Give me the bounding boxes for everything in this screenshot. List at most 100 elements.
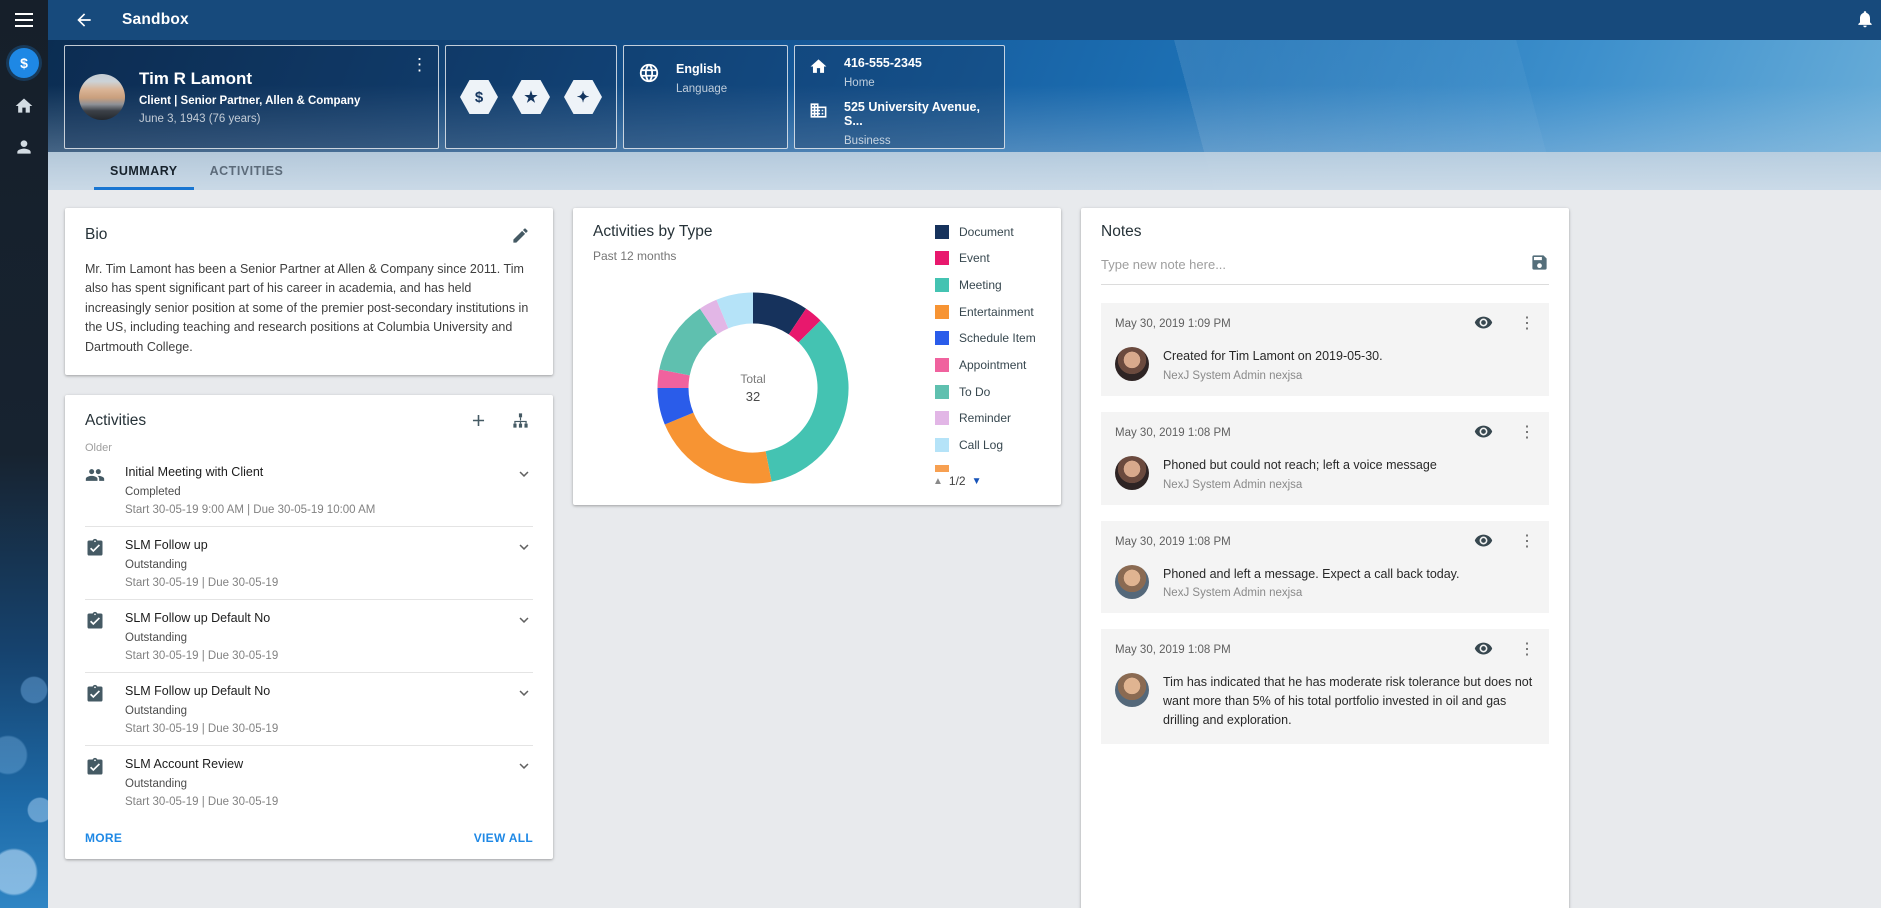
activity-status: Outstanding bbox=[125, 705, 505, 717]
legend-item: Reminder bbox=[935, 411, 1057, 426]
chevron-down-icon bbox=[515, 465, 533, 483]
legend-page-number: 1/2 bbox=[949, 474, 966, 488]
activity-status: Completed bbox=[125, 486, 505, 498]
more-button[interactable]: MORE bbox=[85, 831, 122, 845]
legend-label: Reminder bbox=[959, 411, 1011, 425]
sidebar: $ bbox=[0, 0, 48, 908]
save-note-button[interactable] bbox=[1530, 253, 1549, 275]
legend-swatch bbox=[935, 278, 949, 292]
view-note-button[interactable] bbox=[1474, 422, 1493, 444]
activities-title: Activities bbox=[85, 412, 449, 430]
task-icon bbox=[85, 538, 105, 558]
note-timestamp: May 30, 2019 1:08 PM bbox=[1115, 427, 1474, 439]
save-icon bbox=[1530, 253, 1549, 272]
chevron-down-icon bbox=[515, 538, 533, 556]
note-author: NexJ System Admin nexjsa bbox=[1163, 479, 1437, 491]
chart-legend: Document Event Meeting Entertainment Sch… bbox=[935, 224, 1057, 472]
note-menu-icon[interactable]: ⋮ bbox=[1519, 316, 1535, 332]
expand-activity-button[interactable] bbox=[515, 611, 533, 631]
view-note-button[interactable] bbox=[1474, 313, 1493, 335]
note-menu-icon[interactable]: ⋮ bbox=[1519, 642, 1535, 658]
avatar bbox=[1115, 565, 1149, 599]
expand-activity-button[interactable] bbox=[515, 757, 533, 777]
badge-sparkle-icon[interactable]: ✦ bbox=[564, 80, 602, 114]
eye-icon bbox=[1474, 639, 1493, 658]
note-author: NexJ System Admin nexjsa bbox=[1163, 587, 1459, 599]
badge-star-icon[interactable]: ★ bbox=[512, 80, 550, 114]
language-label: Language bbox=[676, 83, 727, 95]
note-item: May 30, 2019 1:08 PM ⋮ Tim has indicated… bbox=[1101, 629, 1549, 743]
note-item: May 30, 2019 1:08 PM ⋮ Phoned and left a… bbox=[1101, 521, 1549, 614]
expand-activity-button[interactable] bbox=[515, 538, 533, 558]
sitemap-icon bbox=[511, 411, 530, 430]
note-menu-icon[interactable]: ⋮ bbox=[1519, 534, 1535, 550]
new-note-input[interactable] bbox=[1101, 257, 1518, 272]
activity-dates: Start 30-05-19 | Due 30-05-19 bbox=[125, 723, 505, 735]
language-card: English Language bbox=[623, 45, 788, 149]
menu-icon[interactable] bbox=[15, 13, 33, 27]
note-timestamp: May 30, 2019 1:08 PM bbox=[1115, 644, 1474, 656]
avatar bbox=[1115, 456, 1149, 490]
badges-card: $ ★ ✦ bbox=[445, 45, 617, 149]
view-all-button[interactable]: VIEW ALL bbox=[474, 831, 533, 845]
activity-row: SLM Follow up Default No Outstanding Sta… bbox=[85, 600, 533, 673]
activity-row: SLM Follow up Outstanding Start 30-05-19… bbox=[85, 527, 533, 600]
legend-swatch bbox=[935, 331, 949, 345]
edit-bio-button[interactable] bbox=[507, 223, 533, 247]
expand-activity-button[interactable] bbox=[515, 465, 533, 485]
note-text: Phoned but could not reach; left a voice… bbox=[1163, 456, 1437, 475]
legend-item: Event bbox=[935, 251, 1057, 266]
profile-menu-icon[interactable]: ⋮ bbox=[405, 52, 434, 77]
tab-activities[interactable]: ACTIVITIES bbox=[194, 152, 300, 190]
view-note-button[interactable] bbox=[1474, 639, 1493, 661]
contact-birthdate: June 3, 1943 (76 years) bbox=[139, 113, 360, 125]
sidebar-item-finance[interactable]: $ bbox=[9, 48, 39, 78]
legend-swatch bbox=[935, 438, 949, 452]
legend-label: Meeting bbox=[959, 278, 1002, 292]
notifications-button[interactable] bbox=[1855, 9, 1875, 32]
tab-summary[interactable]: SUMMARY bbox=[94, 152, 194, 190]
legend-label: To Do bbox=[959, 385, 990, 399]
legend-item: Call Log bbox=[935, 438, 1057, 453]
note-item: May 30, 2019 1:08 PM ⋮ Phoned but could … bbox=[1101, 412, 1549, 505]
bio-title: Bio bbox=[85, 226, 507, 244]
sidebar-item-home[interactable] bbox=[9, 93, 39, 119]
activities-group-label: Older bbox=[85, 442, 533, 454]
top-bar: Sandbox bbox=[48, 0, 1881, 40]
avatar bbox=[1115, 347, 1149, 381]
activity-row: SLM Follow up Default No Outstanding Sta… bbox=[85, 673, 533, 746]
legend-page-down-icon[interactable]: ▼ bbox=[972, 476, 982, 487]
chevron-down-icon bbox=[515, 611, 533, 629]
legend-label: Entertainment bbox=[959, 305, 1034, 319]
activity-dates: Start 30-05-19 | Due 30-05-19 bbox=[125, 796, 505, 808]
task-icon bbox=[85, 611, 105, 631]
hierarchy-view-button[interactable] bbox=[507, 409, 533, 433]
sidebar-item-contacts[interactable] bbox=[9, 134, 39, 160]
activity-row: SLM Account Review Outstanding Start 30-… bbox=[85, 746, 533, 818]
note-text: Phoned and left a message. Expect a call… bbox=[1163, 565, 1459, 584]
phone-label: Home bbox=[844, 77, 922, 89]
activities-list: Initial Meeting with Client Completed St… bbox=[85, 454, 533, 818]
bio-card: Bio Mr. Tim Lamont has been a Senior Par… bbox=[65, 208, 553, 375]
activity-title: SLM Follow up bbox=[125, 538, 505, 552]
legend-page-up-icon[interactable]: ▲ bbox=[933, 476, 943, 487]
activity-title: SLM Follow up Default No bbox=[125, 684, 505, 698]
notes-list: May 30, 2019 1:09 PM ⋮ Created for Tim L… bbox=[1101, 303, 1549, 744]
activity-dates: Start 30-05-19 | Due 30-05-19 bbox=[125, 577, 505, 589]
plus-icon bbox=[469, 411, 488, 430]
legend-label: Schedule Item bbox=[959, 331, 1036, 345]
note-menu-icon[interactable]: ⋮ bbox=[1519, 425, 1535, 441]
bio-text: Mr. Tim Lamont has been a Senior Partner… bbox=[85, 260, 533, 357]
legend-swatch bbox=[935, 411, 949, 425]
address-value: 525 University Avenue, S... bbox=[844, 100, 990, 128]
expand-activity-button[interactable] bbox=[515, 684, 533, 704]
badge-dollar-icon[interactable]: $ bbox=[460, 80, 498, 114]
main-content: Bio Mr. Tim Lamont has been a Senior Par… bbox=[48, 190, 1881, 908]
language-value: English bbox=[676, 62, 727, 76]
back-button[interactable] bbox=[72, 8, 96, 32]
add-activity-button[interactable] bbox=[465, 409, 491, 433]
tab-bar: SUMMARY ACTIVITIES bbox=[48, 152, 1881, 190]
view-note-button[interactable] bbox=[1474, 531, 1493, 553]
page-title: Sandbox bbox=[122, 11, 189, 29]
person-icon bbox=[14, 137, 34, 157]
